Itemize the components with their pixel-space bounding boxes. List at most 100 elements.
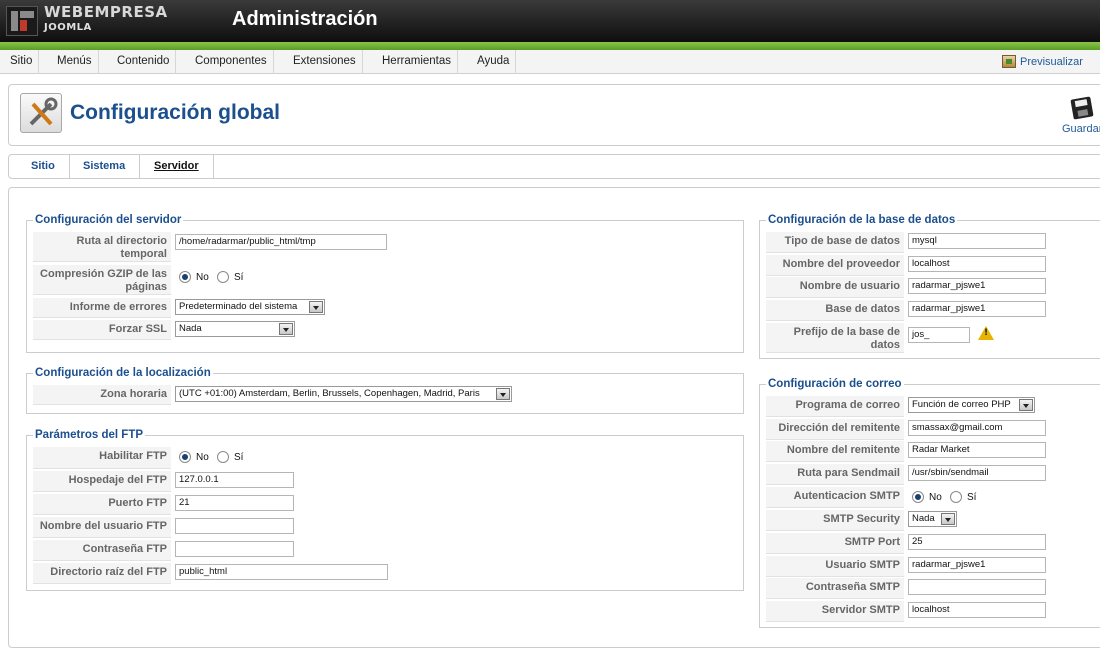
menu-extensiones[interactable]: Extensiones — [287, 50, 363, 74]
error-report-row: Informe de errores Predeterminado del si… — [33, 298, 733, 318]
mailer-row: Programa de correo Función de correo PHP — [766, 396, 1100, 417]
database-config-fieldset: Configuración de la base de datos Tipo d… — [759, 214, 1100, 359]
error-report-value: Predeterminado del sistema — [179, 301, 298, 312]
gzip-yes-radio[interactable] — [217, 271, 229, 283]
chevron-down-icon — [309, 301, 323, 313]
ftp-root-row: Directorio raíz del FTP public_html — [33, 563, 733, 584]
db-type-input[interactable]: mysql — [908, 233, 1046, 249]
ftp-enable-row: Habilitar FTP No Sí — [33, 447, 733, 469]
smtp-host-row: Servidor SMTP localhost — [766, 601, 1100, 622]
smtp-user-label: Usuario SMTP — [766, 556, 904, 577]
tab-sitio[interactable]: Sitio — [31, 155, 70, 178]
mail-from-row: Dirección del remitente smassax@gmail.co… — [766, 419, 1100, 440]
ftp-enable-no-label: No — [196, 452, 209, 463]
chevron-down-icon — [941, 513, 955, 525]
smtp-host-input[interactable]: localhost — [908, 602, 1046, 618]
smtp-auth-no-label: No — [929, 492, 942, 503]
menu-menus[interactable]: Menús — [51, 50, 99, 74]
header-bar: WEBEMPRESA JOOMLA Administración — [0, 0, 1100, 42]
db-name-row: Base de datos radarmar_pjswe1 — [766, 300, 1100, 321]
warning-icon — [978, 326, 994, 340]
smtp-security-select[interactable]: Nada — [908, 511, 957, 527]
tab-servidor[interactable]: Servidor — [154, 155, 214, 178]
db-user-input[interactable]: radarmar_pjswe1 — [908, 278, 1046, 294]
mailer-value: Función de correo PHP — [912, 399, 1011, 410]
configuration-icon — [20, 93, 62, 133]
mail-from-label: Dirección del remitente — [766, 419, 904, 440]
menu-ayuda[interactable]: Ayuda — [471, 50, 517, 74]
ftp-root-input[interactable]: public_html — [175, 564, 388, 580]
chevron-down-icon — [496, 388, 510, 400]
force-ssl-label: Forzar SSL — [33, 320, 171, 340]
ftp-host-row: Hospedaje del FTP 127.0.0.1 — [33, 471, 733, 492]
db-prefix-input[interactable]: jos_ — [908, 327, 970, 343]
brand-subtitle: JOOMLA — [44, 22, 92, 33]
sendmail-input[interactable]: /usr/sbin/sendmail — [908, 465, 1046, 481]
menu-componentes[interactable]: Componentes — [189, 50, 274, 74]
db-user-row: Nombre de usuario radarmar_pjswe1 — [766, 277, 1100, 298]
ftp-enable-yes-label: Sí — [234, 452, 244, 463]
locale-config-fieldset: Configuración de la localización Zona ho… — [26, 367, 744, 414]
smtp-auth-yes-label: Sí — [967, 492, 977, 503]
floppy-disk-icon — [1070, 96, 1094, 120]
db-name-input[interactable]: radarmar_pjswe1 — [908, 301, 1046, 317]
smtp-auth-radio-group: No Sí — [912, 491, 992, 507]
temp-path-input[interactable]: /home/radarmar/public_html/tmp — [175, 234, 387, 250]
ftp-config-fieldset: Parámetros del FTP Habilitar FTP No Sí H… — [26, 429, 744, 591]
smtp-security-label: SMTP Security — [766, 510, 904, 531]
mail-from-input[interactable]: smassax@gmail.com — [908, 420, 1046, 436]
server-config-legend: Configuración del servidor — [35, 214, 182, 226]
sendmail-label: Ruta para Sendmail — [766, 464, 904, 485]
timezone-select[interactable]: (UTC +01:00) Amsterdam, Berlin, Brussels… — [175, 386, 512, 402]
ftp-port-input[interactable]: 21 — [175, 495, 294, 511]
save-button[interactable]: Guardar — [1061, 96, 1100, 138]
error-report-select[interactable]: Predeterminado del sistema — [175, 299, 325, 315]
db-prefix-label: Prefijo de la base de datos — [766, 323, 904, 353]
smtp-port-input[interactable]: 25 — [908, 534, 1046, 550]
ftp-pass-input[interactable] — [175, 541, 294, 557]
smtp-pass-row: Contraseña SMTP — [766, 578, 1100, 599]
ftp-host-label: Hospedaje del FTP — [33, 471, 171, 492]
ftp-user-label: Nombre del usuario FTP — [33, 517, 171, 538]
smtp-auth-row: Autenticacion SMTP No Sí — [766, 487, 1100, 508]
header-accent-stripe — [0, 42, 1100, 50]
mail-config-legend: Configuración de correo — [768, 378, 902, 390]
smtp-auth-yes-radio[interactable] — [950, 491, 962, 503]
gzip-yes-label: Sí — [234, 272, 244, 283]
mailer-select[interactable]: Función de correo PHP — [908, 397, 1035, 413]
db-type-row: Tipo de base de datos mysql — [766, 232, 1100, 253]
gzip-label: Compresión GZIP de las páginas — [33, 265, 171, 295]
ftp-enable-no-radio[interactable] — [179, 451, 191, 463]
joomla-logo-icon — [6, 6, 38, 36]
ftp-port-label: Puerto FTP — [33, 494, 171, 515]
preview-label: Previsualizar — [1020, 56, 1083, 68]
gzip-no-label: No — [196, 272, 209, 283]
force-ssl-select[interactable]: Nada — [175, 321, 295, 337]
smtp-security-row: SMTP Security Nada — [766, 510, 1100, 531]
preview-icon — [1002, 55, 1016, 68]
smtp-user-input[interactable]: radarmar_pjswe1 — [908, 557, 1046, 573]
smtp-security-value: Nada — [912, 513, 935, 524]
error-report-label: Informe de errores — [33, 298, 171, 318]
menu-herramientas[interactable]: Herramientas — [376, 50, 459, 74]
smtp-host-label: Servidor SMTP — [766, 601, 904, 622]
mail-fromname-input[interactable]: Radar Market — [908, 442, 1046, 458]
temp-path-row: Ruta al directorio temporal /home/radarm… — [33, 232, 733, 262]
db-host-row: Nombre del proveedor localhost — [766, 255, 1100, 276]
ftp-config-legend: Parámetros del FTP — [35, 429, 144, 441]
gzip-no-radio[interactable] — [179, 271, 191, 283]
tab-sistema[interactable]: Sistema — [83, 155, 141, 178]
menu-sitio[interactable]: Sitio — [4, 50, 40, 74]
smtp-auth-no-radio[interactable] — [912, 491, 924, 503]
preview-link[interactable]: Previsualizar — [1002, 55, 1083, 69]
smtp-user-row: Usuario SMTP radarmar_pjswe1 — [766, 556, 1100, 577]
ftp-enable-yes-radio[interactable] — [217, 451, 229, 463]
ftp-user-input[interactable] — [175, 518, 294, 534]
db-host-input[interactable]: localhost — [908, 256, 1046, 272]
ftp-host-input[interactable]: 127.0.0.1 — [175, 472, 294, 488]
smtp-port-label: SMTP Port — [766, 533, 904, 554]
mailer-label: Programa de correo — [766, 396, 904, 417]
menu-contenido[interactable]: Contenido — [111, 50, 177, 74]
smtp-pass-input[interactable] — [908, 579, 1046, 595]
save-label: Guardar — [1062, 123, 1100, 135]
